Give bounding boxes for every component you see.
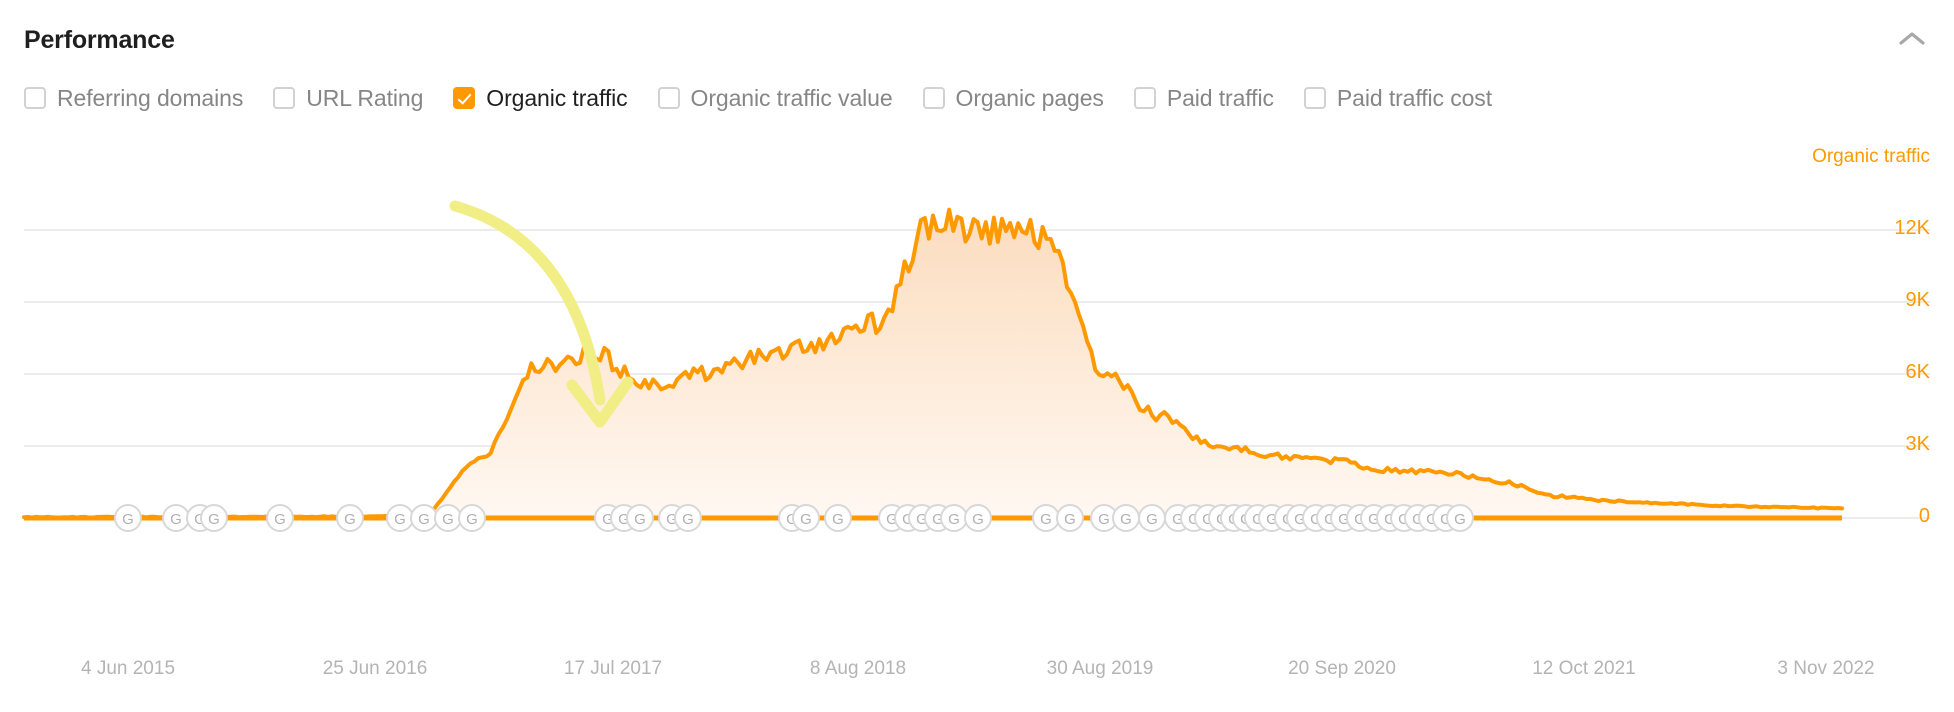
metric-label: Organic traffic bbox=[486, 84, 628, 111]
metric-toggle-paid-traffic-cost[interactable]: Paid traffic cost bbox=[1303, 84, 1493, 112]
page-title: Performance bbox=[24, 26, 175, 54]
metric-label: Organic traffic value bbox=[690, 84, 893, 111]
y-axis-tick-label: 0 bbox=[1918, 505, 1930, 527]
svg-text:G: G bbox=[394, 511, 406, 528]
svg-text:G: G bbox=[1146, 511, 1158, 528]
chart-plot-area: GGGGGGGGGGGGGGGGGGGGGGGGGGGGGGGGGGGGGGGG… bbox=[0, 130, 1954, 712]
checkbox-icon[interactable] bbox=[1303, 87, 1326, 109]
metric-toggle-url-rating[interactable]: URL Rating bbox=[273, 85, 423, 112]
x-axis-tick-label: 17 Jul 2017 bbox=[563, 658, 663, 679]
svg-text:G: G bbox=[800, 511, 812, 528]
svg-text:G: G bbox=[634, 511, 646, 528]
performance-chart: Organic traffic GGGGGGGGGGGGGGGGGGGGGGGG… bbox=[0, 130, 1954, 712]
x-axis-tick-label: 20 Sep 2020 bbox=[1288, 658, 1396, 679]
svg-text:G: G bbox=[1454, 511, 1466, 528]
chevron-up-icon bbox=[1899, 32, 1925, 45]
metric-toggle-organic-traffic-value[interactable]: Organic traffic value bbox=[657, 84, 893, 112]
svg-text:G: G bbox=[1040, 511, 1052, 528]
svg-text:G: G bbox=[442, 511, 454, 528]
x-axis-tick-label: 30 Aug 2019 bbox=[1046, 658, 1154, 679]
metric-toggle-organic-pages[interactable]: Organic pages bbox=[922, 84, 1104, 112]
metric-toggle-organic-traffic[interactable]: Organic traffic bbox=[453, 84, 628, 112]
svg-text:G: G bbox=[466, 511, 478, 528]
svg-text:G: G bbox=[1064, 511, 1076, 528]
y-axis-tick-label: 12K bbox=[1894, 217, 1930, 239]
metric-toggle-referring-domains[interactable]: Referring domains bbox=[24, 85, 243, 112]
y-axis-tick-label: 6K bbox=[1905, 361, 1930, 383]
x-axis-tick-label: 4 Jun 2015 bbox=[80, 658, 176, 679]
panel-header: Performance bbox=[0, 0, 1954, 68]
metric-label: URL Rating bbox=[306, 84, 424, 111]
x-axis-tick-label: 3 Nov 2022 bbox=[1777, 658, 1875, 679]
collapse-panel-button[interactable] bbox=[1890, 22, 1934, 56]
metric-label: Paid traffic cost bbox=[1336, 84, 1493, 111]
checkbox-icon[interactable] bbox=[273, 87, 296, 109]
svg-text:G: G bbox=[972, 511, 984, 528]
svg-text:G: G bbox=[274, 511, 286, 528]
svg-text:G: G bbox=[1098, 511, 1110, 528]
checkbox-icon[interactable] bbox=[922, 87, 945, 109]
svg-text:G: G bbox=[208, 511, 220, 528]
x-axis-tick-label: 8 Aug 2018 bbox=[809, 658, 907, 679]
x-axis-tick-label: 12 Oct 2021 bbox=[1532, 658, 1636, 679]
svg-text:G: G bbox=[418, 511, 430, 528]
x-axis-tick-label: 25 Jun 2016 bbox=[322, 658, 428, 679]
performance-panel: Performance Referring domains URL Rating O… bbox=[0, 0, 1954, 712]
svg-text:G: G bbox=[832, 511, 844, 528]
svg-text:G: G bbox=[170, 511, 182, 528]
svg-text:G: G bbox=[682, 511, 694, 528]
checkbox-checked-icon[interactable] bbox=[453, 87, 476, 109]
y-axis-tick-label: 3K bbox=[1905, 433, 1930, 455]
checkbox-icon[interactable] bbox=[657, 87, 680, 109]
metric-label: Paid traffic bbox=[1166, 84, 1274, 111]
metric-label: Referring domains bbox=[57, 84, 244, 111]
metric-toggle-paid-traffic[interactable]: Paid traffic bbox=[1133, 84, 1274, 112]
svg-text:G: G bbox=[344, 511, 356, 528]
checkbox-icon[interactable] bbox=[24, 87, 46, 109]
svg-text:G: G bbox=[122, 511, 134, 528]
svg-text:G: G bbox=[1120, 511, 1132, 528]
metric-label: Organic pages bbox=[955, 84, 1104, 111]
svg-text:G: G bbox=[948, 511, 960, 528]
checkbox-icon[interactable] bbox=[1133, 87, 1156, 109]
y-axis-tick-label: 9K bbox=[1905, 289, 1930, 311]
metric-toggle-row: Referring domains URL Rating Organic traff… bbox=[24, 80, 1492, 116]
